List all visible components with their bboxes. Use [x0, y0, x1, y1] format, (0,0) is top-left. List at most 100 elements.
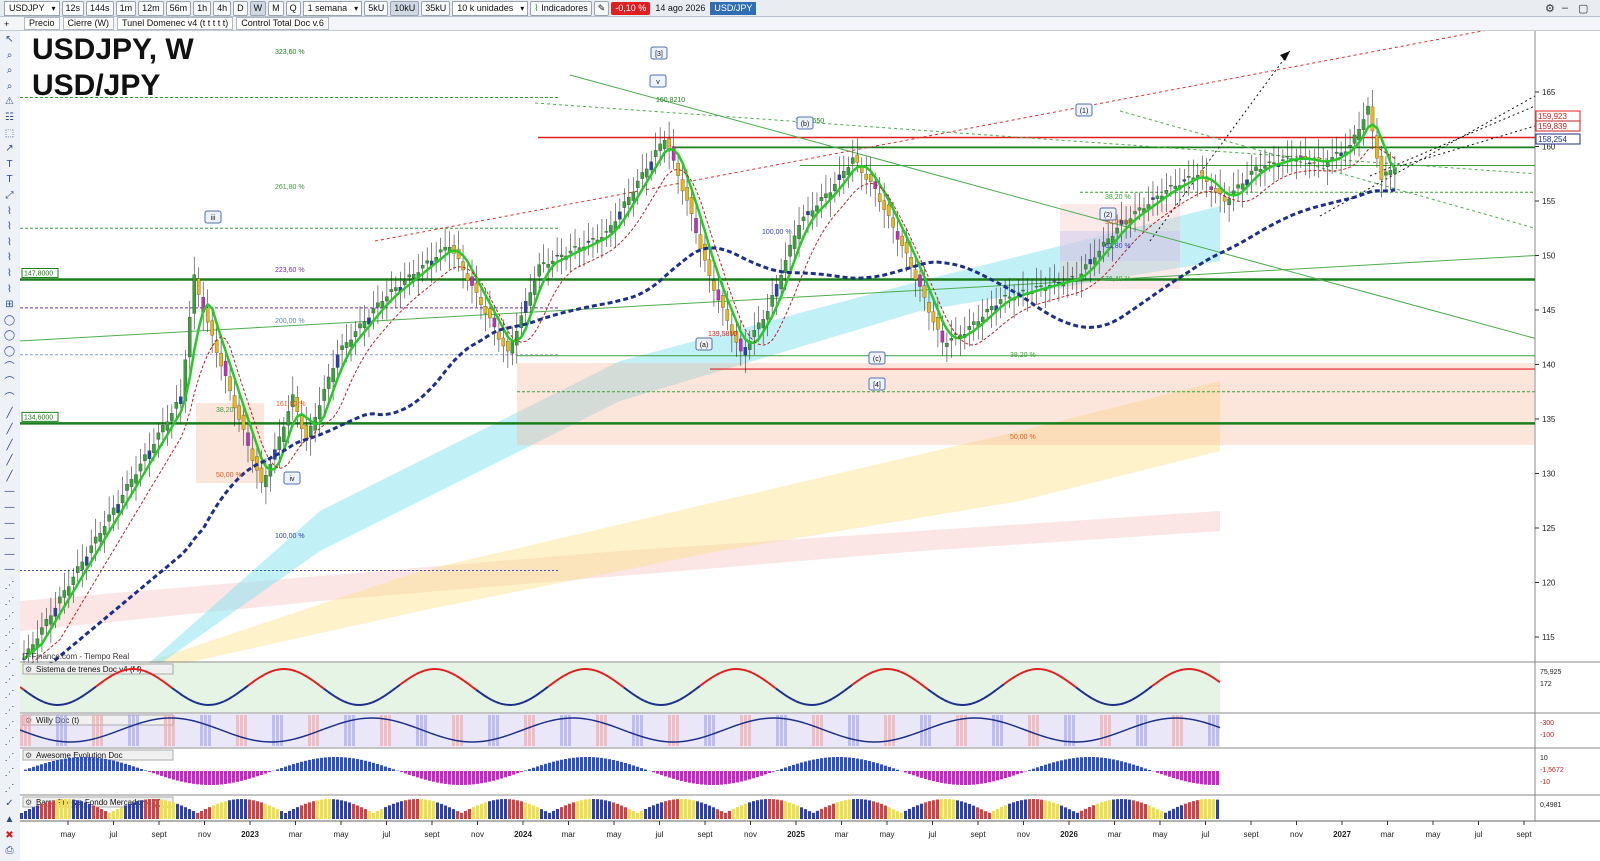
candle-body: [756, 322, 761, 330]
drawing-tool-icon[interactable]: ⤢: [3, 190, 16, 202]
interval-button-w[interactable]: W: [249, 0, 267, 16]
drawing-tool-icon[interactable]: ⋰: [3, 580, 16, 592]
drawing-tool-icon[interactable]: ⌇: [3, 206, 16, 218]
willy-line: [587, 718, 593, 721]
drawing-tool-icon[interactable]: —: [3, 518, 16, 530]
drawing-tool-icon[interactable]: ⋰: [3, 689, 16, 701]
candle-body: [44, 619, 49, 626]
drawing-tool-icon[interactable]: ⌕: [3, 50, 16, 62]
drawing-tool-icon[interactable]: ⋰: [3, 674, 16, 686]
drawing-tool-icon[interactable]: —: [3, 564, 16, 576]
interval-button-q[interactable]: Q: [285, 0, 301, 16]
drawing-tool-icon[interactable]: ⋰: [3, 720, 16, 732]
drawing-tool-icon[interactable]: ◯: [3, 330, 16, 342]
interval-button-12m[interactable]: 12m: [138, 0, 164, 16]
drawing-tool-icon[interactable]: ⌇: [3, 284, 16, 296]
willy-bar: [712, 715, 715, 746]
level-label: 61,80 %: [1105, 243, 1131, 250]
force-bar: [884, 805, 887, 819]
drawing-tool-icon[interactable]: ⋰: [3, 596, 16, 608]
awesome-bar: [372, 762, 375, 771]
force-bar: [104, 811, 107, 819]
drawing-tool-icon[interactable]: ⌕: [3, 65, 16, 77]
drawing-tool-icon[interactable]: —: [3, 549, 16, 561]
drawing-tool-icon[interactable]: ⚠: [3, 96, 16, 108]
drawing-tool-icon[interactable]: ⌒: [3, 393, 16, 405]
drawing-tool-icon[interactable]: ✖: [3, 830, 16, 842]
drawing-tool-icon[interactable]: ✓: [3, 798, 16, 810]
unit-button-5ku[interactable]: 5kU: [364, 0, 389, 16]
chart-canvas[interactable]: 323,60 % 261,80 % 223,60 % 200,00 % 100,00 %…: [20, 31, 1600, 861]
drawing-tool-icon[interactable]: ⋰: [3, 705, 16, 717]
drawing-tool-icon[interactable]: ⋰: [3, 642, 16, 654]
awesome-bar: [880, 764, 883, 771]
drawing-tool-icon[interactable]: ⊞: [3, 299, 16, 311]
drawing-tool-icon[interactable]: ⌇: [3, 237, 16, 249]
drawing-tool-icon[interactable]: ⬚: [3, 128, 16, 140]
add-icon[interactable]: +: [4, 19, 9, 29]
tab-precio[interactable]: Precio: [24, 17, 60, 30]
drawing-tool-icon[interactable]: ⋰: [3, 611, 16, 623]
unit-button-10ku[interactable]: 10kU: [390, 0, 420, 16]
drawing-tool-icon[interactable]: ⋰: [3, 658, 16, 670]
tab-tunel[interactable]: Tunel Domenec v4 (t t t t t): [117, 17, 234, 30]
edit-icon[interactable]: ✎: [593, 0, 610, 16]
drawing-tool-icon[interactable]: —: [3, 533, 16, 545]
drawing-tool-icon[interactable]: ╱: [3, 408, 16, 420]
candle-body: [80, 561, 84, 570]
drawing-tool-icon[interactable]: ⋰: [3, 736, 16, 748]
drawing-tool-icon[interactable]: ◯: [3, 315, 16, 327]
force-bar: [888, 807, 891, 819]
drawing-tool-icon[interactable]: ⌇: [3, 221, 16, 233]
unit-button-35ku[interactable]: 35kU: [421, 0, 451, 16]
drawing-tool-icon[interactable]: ▲: [3, 814, 16, 826]
drawing-tool-icon[interactable]: ⋰: [3, 783, 16, 795]
drawing-tool-icon[interactable]: ◯: [3, 346, 16, 358]
force-bar: [232, 799, 235, 819]
interval-button-4h[interactable]: 4h: [213, 0, 232, 16]
drawing-tool-icon[interactable]: ╱: [3, 455, 16, 467]
drawing-tool-icon[interactable]: ↗: [3, 143, 16, 155]
interval-button-m[interactable]: M: [268, 0, 284, 16]
drawing-tool-icon[interactable]: ⌇: [3, 252, 16, 264]
tab-control[interactable]: Control Total Doc v.6: [236, 17, 329, 30]
indicators-button[interactable]: ⌇ Indicadores: [530, 0, 592, 16]
drawing-tool-icon[interactable]: ↖: [3, 34, 16, 46]
drawing-tool-icon[interactable]: ☷: [3, 112, 16, 124]
drawing-tool-icon[interactable]: ⋰: [3, 627, 16, 639]
drawing-tool-icon[interactable]: ⋰: [3, 767, 16, 779]
drawing-tool-icon[interactable]: T: [3, 159, 16, 171]
drawing-tool-icon[interactable]: ⋰: [3, 752, 16, 764]
interval-button-56m[interactable]: 56m: [165, 0, 192, 16]
drawing-tool-icon[interactable]: ⌕: [3, 81, 16, 93]
units-select[interactable]: 10 k unidades: [452, 0, 529, 16]
drawing-tool-icon[interactable]: ⌇: [3, 268, 16, 280]
symbol-select[interactable]: USDJPY: [4, 0, 60, 16]
force-bar: [172, 802, 175, 819]
drawing-tool-icon[interactable]: —: [3, 486, 16, 498]
drawing-tool-icon[interactable]: ╱: [3, 471, 16, 483]
settings-icon[interactable]: ⚙: [1545, 2, 1555, 15]
drawing-tool-icon[interactable]: ╱: [3, 424, 16, 436]
drawing-tool-icon[interactable]: ⌒: [3, 377, 16, 389]
candle-body: [949, 338, 954, 341]
awesome-bar: [188, 771, 191, 784]
minimize-icon[interactable]: –: [1562, 2, 1568, 14]
willy-bar: [348, 715, 351, 746]
tab-cierre[interactable]: Cierre (W): [62, 17, 115, 30]
interval-button-d[interactable]: D: [233, 0, 248, 16]
period-select[interactable]: 1 semana: [302, 0, 363, 16]
interval-button-12s[interactable]: 12s: [61, 0, 85, 16]
willy-bar: [564, 715, 567, 746]
interval-button-1m[interactable]: 1m: [115, 0, 137, 16]
maximize-icon[interactable]: ▢: [1578, 2, 1588, 15]
drawing-tool-icon[interactable]: ⎙: [3, 845, 16, 857]
candle-body: [725, 309, 730, 321]
interval-button-144s[interactable]: 144s: [86, 0, 114, 16]
drawing-tool-icon[interactable]: ╱: [3, 440, 16, 452]
drawing-tool-icon[interactable]: T: [3, 174, 16, 186]
drawing-tool-icon[interactable]: ⌒: [3, 362, 16, 374]
interval-button-1h[interactable]: 1h: [193, 0, 212, 16]
willy-bar: [812, 715, 815, 746]
drawing-tool-icon[interactable]: —: [3, 502, 16, 514]
